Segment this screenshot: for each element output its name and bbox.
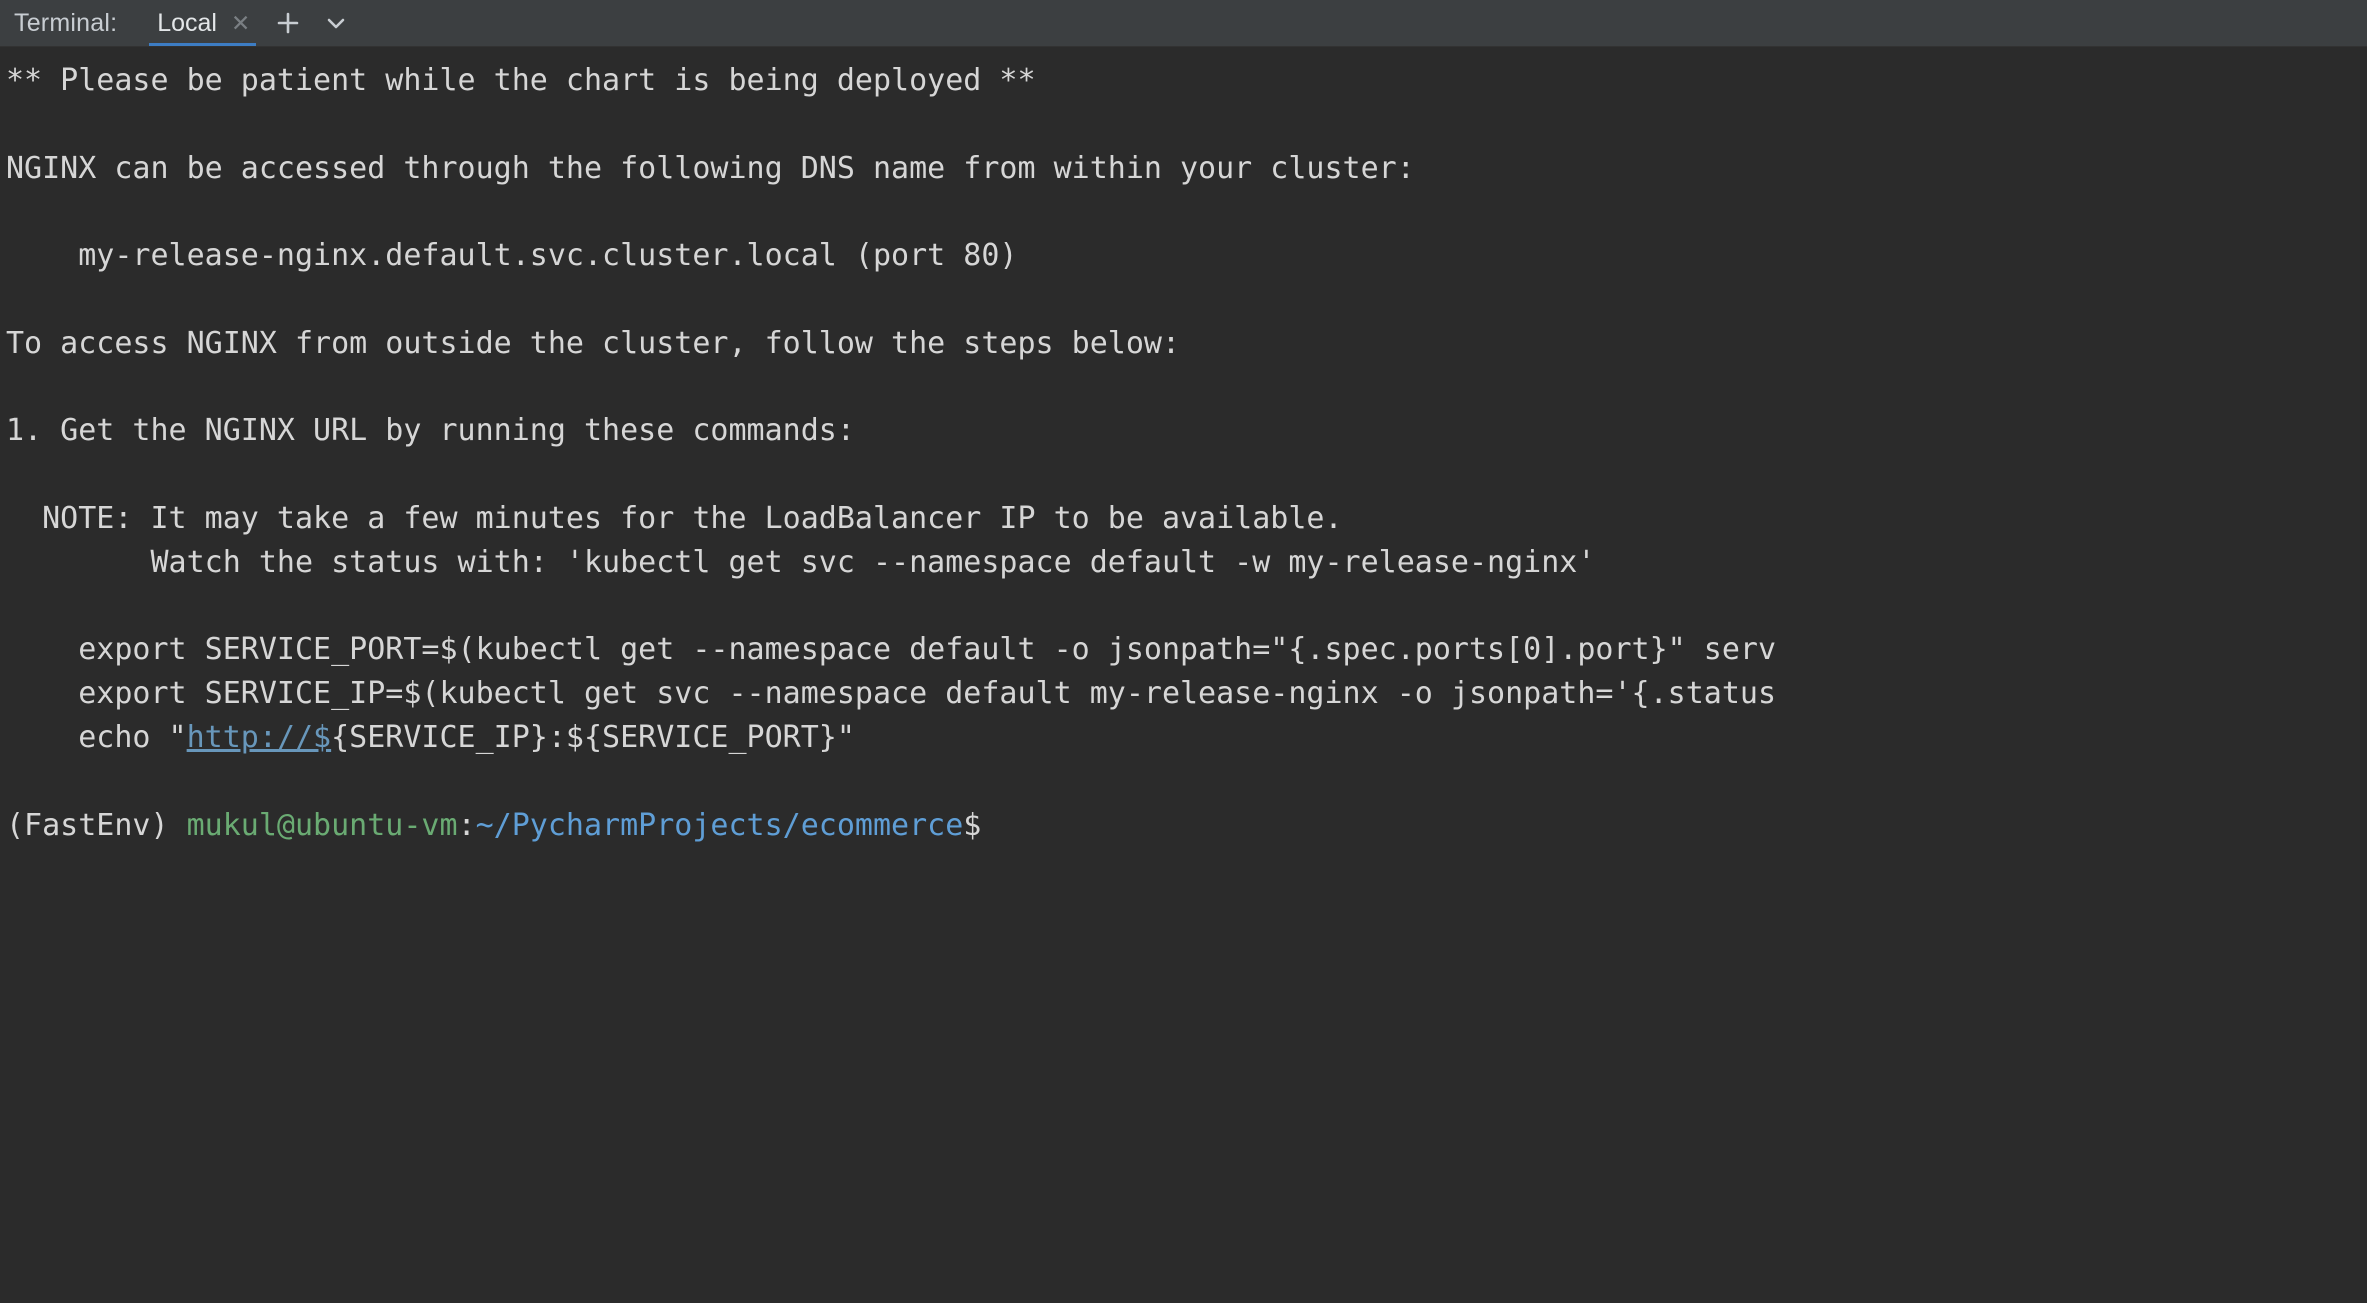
terminal-line: To access NGINX from outside the cluster… <box>6 325 1180 361</box>
plus-icon[interactable] <box>268 3 308 43</box>
terminal-output-area[interactable]: ** Please be patient while the chart is … <box>0 47 2367 1303</box>
tool-window-label: Terminal: <box>14 8 118 37</box>
terminal-tab-label: Local <box>157 8 217 37</box>
terminal-tab-local[interactable]: Local ✕ <box>145 0 260 46</box>
terminal-prompt-line: (FastEnv) mukul@ubuntu-vm:~/PycharmProje… <box>0 804 2367 848</box>
terminal-tab-strip: Local ✕ <box>145 0 356 46</box>
terminal-line: Watch the status with: 'kubectl get svc … <box>6 544 1596 580</box>
chevron-down-icon[interactable] <box>316 3 356 43</box>
terminal-line: my-release-nginx.default.svc.cluster.loc… <box>6 238 1018 274</box>
terminal-line: ** Please be patient while the chart is … <box>6 63 1036 98</box>
terminal-line: NGINX can be accessed through the follow… <box>6 150 1415 186</box>
prompt-venv: (FastEnv) <box>6 807 187 843</box>
terminal-line: 1. Get the NGINX URL by running these co… <box>6 413 855 449</box>
echo-suffix: {SERVICE_IP}:${SERVICE_PORT}" <box>331 719 855 755</box>
terminal-line-echo: echo "http://${SERVICE_IP}:${SERVICE_POR… <box>0 716 2367 760</box>
terminal-line: NOTE: It may take a few minutes for the … <box>6 500 1343 536</box>
close-icon[interactable]: ✕ <box>231 11 250 35</box>
echo-prefix: echo " <box>6 719 187 755</box>
prompt-user-host: mukul@ubuntu-vm <box>186 807 458 843</box>
prompt-separator: : <box>457 807 476 843</box>
url-link[interactable]: http://$ <box>187 720 332 755</box>
terminal-line: export SERVICE_PORT=$(kubectl get --name… <box>6 632 1777 668</box>
terminal-line: export SERVICE_IP=$(kubectl get svc --na… <box>6 676 1777 712</box>
terminal-tool-header: Terminal: Local ✕ <box>0 0 2367 47</box>
prompt-path: ~/PycharmProjects/ecommerce <box>475 807 964 843</box>
prompt-symbol: $ <box>963 807 982 843</box>
